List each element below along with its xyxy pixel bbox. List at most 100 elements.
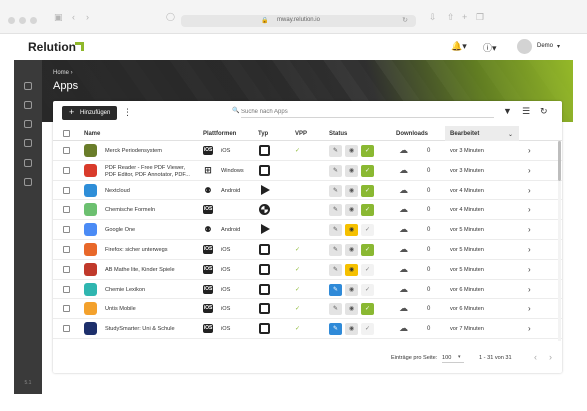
- download-cloud-icon[interactable]: ☁: [399, 224, 408, 235]
- row-checkbox[interactable]: [63, 285, 70, 293]
- app-name[interactable]: Untis Mobile: [105, 306, 197, 313]
- table-row[interactable]: Untis Mobile iOS iOS ✓ ✎ ◉ ✓ ☁ 0 vor 6 Minuten ›: [53, 299, 562, 320]
- status-view-icon[interactable]: ◉: [345, 323, 358, 336]
- row-checkbox[interactable]: [63, 305, 70, 313]
- status-edit-icon[interactable]: ✎: [329, 184, 342, 197]
- status-view-icon[interactable]: ◉: [345, 204, 358, 217]
- row-checkbox[interactable]: [63, 245, 70, 253]
- app-name[interactable]: AB Mathe lite, Kinder Spiele: [105, 267, 197, 274]
- row-checkbox[interactable]: [63, 166, 70, 174]
- row-checkbox[interactable]: [63, 186, 70, 194]
- table-row[interactable]: Chemische Formeln iOS ✎ ◉ ✓ ☁ 0 vor 4 Minuten ›: [53, 200, 562, 221]
- column-header-edited[interactable]: Bearbeitet: [450, 131, 479, 137]
- sort-chevron-down-icon[interactable]: ⌄: [508, 131, 513, 138]
- columns-list-icon[interactable]: ☰: [522, 107, 530, 116]
- row-chevron-right-icon[interactable]: ›: [528, 186, 531, 195]
- more-options-icon[interactable]: ⋮: [123, 107, 132, 118]
- status-approved-icon[interactable]: ✓: [361, 224, 374, 237]
- status-view-icon[interactable]: ◉: [345, 263, 358, 276]
- status-approved-icon[interactable]: ✓: [361, 263, 374, 276]
- apps-grid-icon[interactable]: [24, 101, 32, 109]
- avatar[interactable]: [517, 39, 532, 54]
- refresh-icon[interactable]: ↻: [540, 107, 548, 116]
- status-approved-icon[interactable]: ✓: [361, 164, 374, 177]
- app-name[interactable]: Chemische Formeln: [105, 207, 197, 214]
- forward-icon[interactable]: ›: [86, 13, 89, 22]
- row-chevron-right-icon[interactable]: ›: [528, 265, 531, 274]
- filter-icon[interactable]: ▼: [503, 107, 512, 116]
- row-checkbox[interactable]: [63, 226, 70, 234]
- scrollbar-thumb[interactable]: [558, 141, 561, 181]
- column-header-platforms[interactable]: Plattformen: [203, 131, 236, 137]
- app-name[interactable]: Firefox: sicher unterwegs: [105, 247, 197, 254]
- table-row[interactable]: StudySmarter: Uni & Schule iOS iOS ✓ ✎ ◉ ✓ ☁ 0 vo…: [53, 319, 562, 339]
- status-approved-icon[interactable]: ✓: [361, 204, 374, 217]
- download-cloud-icon[interactable]: ☁: [399, 185, 408, 196]
- app-name[interactable]: Google One: [105, 227, 197, 234]
- download-cloud-icon[interactable]: ☁: [399, 303, 408, 314]
- share-icon[interactable]: ⇧: [447, 13, 455, 22]
- download-cloud-icon[interactable]: ☁: [399, 165, 408, 176]
- back-icon[interactable]: ‹: [72, 13, 75, 22]
- status-approved-icon[interactable]: ✓: [361, 303, 374, 316]
- window-minimize-icon[interactable]: [19, 17, 26, 24]
- table-row[interactable]: Firefox: sicher unterwegs iOS iOS ✓ ✎ ◉ ✓ ☁ 0 vor…: [53, 240, 562, 260]
- status-approved-icon[interactable]: ✓: [361, 145, 374, 157]
- status-edit-icon[interactable]: ✎: [329, 283, 342, 296]
- row-chevron-right-icon[interactable]: ›: [528, 245, 531, 254]
- download-cloud-icon[interactable]: ☁: [399, 323, 408, 334]
- previous-page-icon[interactable]: ‹: [534, 352, 537, 362]
- dashboard-icon[interactable]: [24, 82, 32, 90]
- download-cloud-icon[interactable]: ☁: [399, 204, 408, 215]
- row-chevron-right-icon[interactable]: ›: [528, 146, 531, 155]
- column-header-status[interactable]: Status: [329, 131, 347, 137]
- select-all-checkbox[interactable]: [63, 130, 70, 137]
- row-chevron-right-icon[interactable]: ›: [528, 304, 531, 313]
- row-checkbox[interactable]: [63, 265, 70, 273]
- window-maximize-icon[interactable]: [30, 17, 37, 24]
- help-icon[interactable]: ⓘ▾: [483, 41, 497, 54]
- download-cloud-icon[interactable]: ☁: [399, 145, 408, 156]
- row-checkbox[interactable]: [63, 206, 70, 214]
- status-approved-icon[interactable]: ✓: [361, 243, 374, 256]
- status-view-icon[interactable]: ◉: [345, 303, 358, 316]
- user-menu-chevron-down-icon[interactable]: ▾: [557, 43, 560, 50]
- app-name[interactable]: Chemie Lexikon: [105, 287, 197, 294]
- row-chevron-right-icon[interactable]: ›: [528, 166, 531, 175]
- app-name[interactable]: Merck Periodensystem: [105, 148, 197, 155]
- breadcrumb[interactable]: Home ›: [53, 70, 73, 76]
- status-view-icon[interactable]: ◉: [345, 243, 358, 256]
- app-name[interactable]: PDF Reader - Free PDF Viewer, PDF Editor…: [105, 165, 197, 179]
- status-view-icon[interactable]: ◉: [345, 164, 358, 177]
- bell-icon[interactable]: 🔔▾: [451, 41, 467, 52]
- policies-icon[interactable]: [24, 139, 32, 147]
- add-app-button[interactable]: + Hinzufügen: [62, 106, 117, 120]
- column-header-downloads[interactable]: Downloads: [396, 131, 428, 137]
- row-chevron-right-icon[interactable]: ›: [528, 324, 531, 333]
- status-approved-icon[interactable]: ✓: [361, 283, 374, 296]
- next-page-icon[interactable]: ›: [549, 352, 552, 362]
- table-row[interactable]: Google One ⚉ Android ✎ ◉ ✓ ☁ 0 vor 5 Minuten ›: [53, 220, 562, 240]
- reload-icon[interactable]: ↻: [402, 16, 408, 24]
- status-edit-icon[interactable]: ✎: [329, 164, 342, 177]
- app-name[interactable]: Nextcloud: [105, 188, 197, 195]
- status-approved-icon[interactable]: ✓: [361, 323, 374, 336]
- status-view-icon[interactable]: ◉: [345, 224, 358, 237]
- download-cloud-icon[interactable]: ☁: [399, 244, 408, 255]
- status-edit-icon[interactable]: ✎: [329, 243, 342, 256]
- table-row[interactable]: Chemie Lexikon iOS iOS ✓ ✎ ◉ ✓ ☁ 0 vor 6 Minuten ›: [53, 280, 562, 300]
- users-icon[interactable]: [24, 159, 32, 167]
- table-row[interactable]: Nextcloud ⚉ Android ✎ ◉ ✓ ☁ 0 vor 4 Minuten ›: [53, 181, 562, 201]
- table-row[interactable]: AB Mathe lite, Kinder Spiele iOS iOS ✓ ✎ ◉ ✓ ☁ 0…: [53, 260, 562, 280]
- sidebar-toggle-icon[interactable]: ▣: [54, 13, 63, 22]
- row-chevron-right-icon[interactable]: ›: [528, 225, 531, 234]
- status-view-icon[interactable]: ◉: [345, 184, 358, 197]
- search-input[interactable]: [241, 106, 494, 118]
- download-cloud-icon[interactable]: ☁: [399, 284, 408, 295]
- status-edit-icon[interactable]: ✎: [329, 204, 342, 217]
- status-edit-icon[interactable]: ✎: [329, 263, 342, 276]
- row-chevron-right-icon[interactable]: ›: [528, 205, 531, 214]
- column-header-vpp[interactable]: VPP: [295, 131, 307, 137]
- user-name[interactable]: Demo: [537, 43, 553, 49]
- app-name[interactable]: StudySmarter: Uni & Schule: [105, 326, 197, 333]
